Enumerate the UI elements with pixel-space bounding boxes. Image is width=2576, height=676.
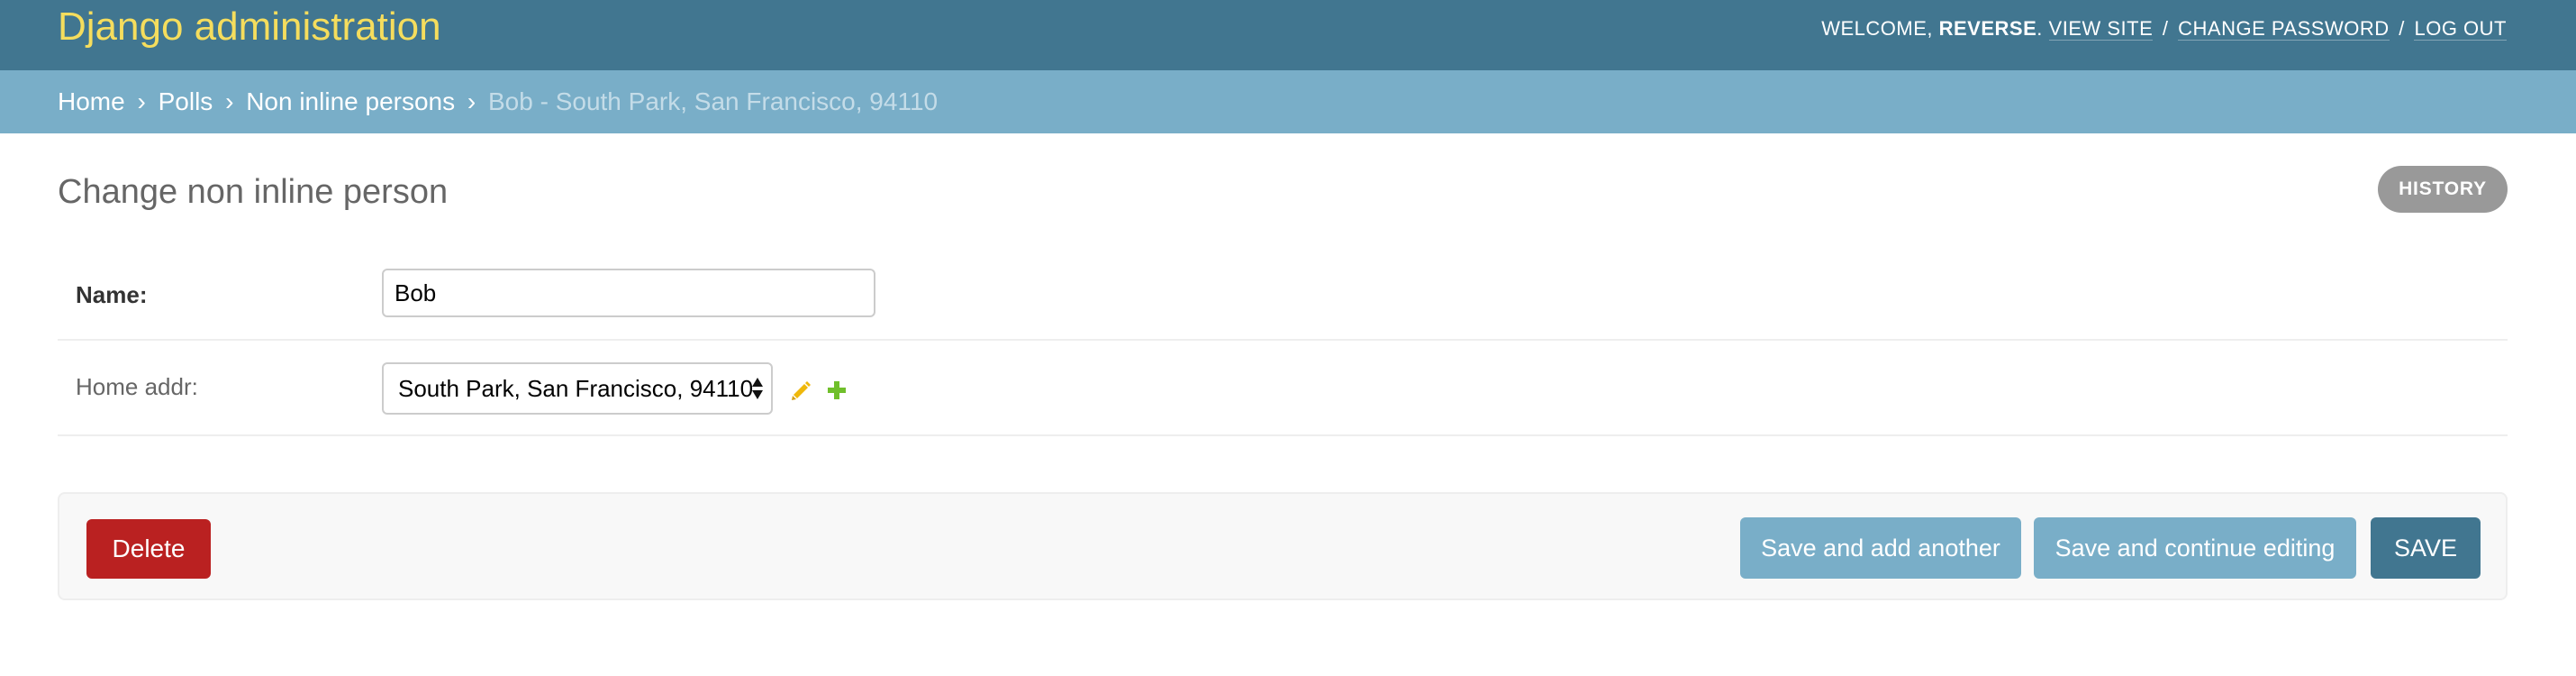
home-addr-select[interactable]: South Park, San Francisco, 94110 [382,362,773,415]
name-label: Name: [76,281,148,308]
breadcrumb: Home › Polls › Non inline persons › Bob … [0,70,2576,133]
pencil-icon[interactable] [789,379,812,402]
user-tools-separator: / [2399,17,2405,40]
home-addr-label: Home addr: [76,373,198,400]
page-title: Change non inline person [58,173,449,211]
header: Django administration WELCOME, REVERSE. … [0,0,2576,70]
home-addr-selected-value: South Park, San Francisco, 94110 [398,375,754,402]
plus-icon[interactable] [825,379,848,402]
breadcrumb-non-inline-persons-link[interactable]: Non inline persons [246,87,455,115]
form-row-name: Name: [58,251,2508,341]
site-name[interactable]: Django administration [58,0,441,54]
updown-arrows-icon [752,378,763,399]
breadcrumb-separator: › [467,87,476,115]
view-site-link[interactable]: VIEW SITE [2048,17,2154,41]
user-tools-separator: / [2162,17,2169,40]
change-password-link[interactable]: CHANGE PASSWORD [2178,17,2390,41]
welcome-period: . [2036,17,2043,40]
save-and-add-another-button[interactable]: Save and add another [1740,517,2021,579]
breadcrumb-separator: › [137,87,146,115]
delete-button[interactable]: Delete [86,519,211,579]
breadcrumb-home-link[interactable]: Home [58,87,125,115]
logout-link[interactable]: LOG OUT [2414,17,2507,41]
breadcrumb-separator: › [225,87,234,115]
form-row-home-addr: Home addr: South Park, San Francisco, 94… [58,343,2508,436]
breadcrumb-current: Bob - South Park, San Francisco, 94110 [488,87,939,115]
breadcrumb-polls-link[interactable]: Polls [159,87,213,115]
history-button[interactable]: HISTORY [2378,166,2508,213]
username: REVERSE [1938,17,2037,40]
save-button[interactable]: SAVE [2371,517,2481,579]
welcome-text: WELCOME, [1821,17,1933,40]
submit-row: Delete Save and add another Save and con… [58,492,2508,600]
save-and-continue-editing-button[interactable]: Save and continue editing [2034,517,2356,579]
name-input[interactable] [382,269,875,317]
user-tools: WELCOME, REVERSE. VIEW SITE / CHANGE PAS… [1821,13,2507,45]
